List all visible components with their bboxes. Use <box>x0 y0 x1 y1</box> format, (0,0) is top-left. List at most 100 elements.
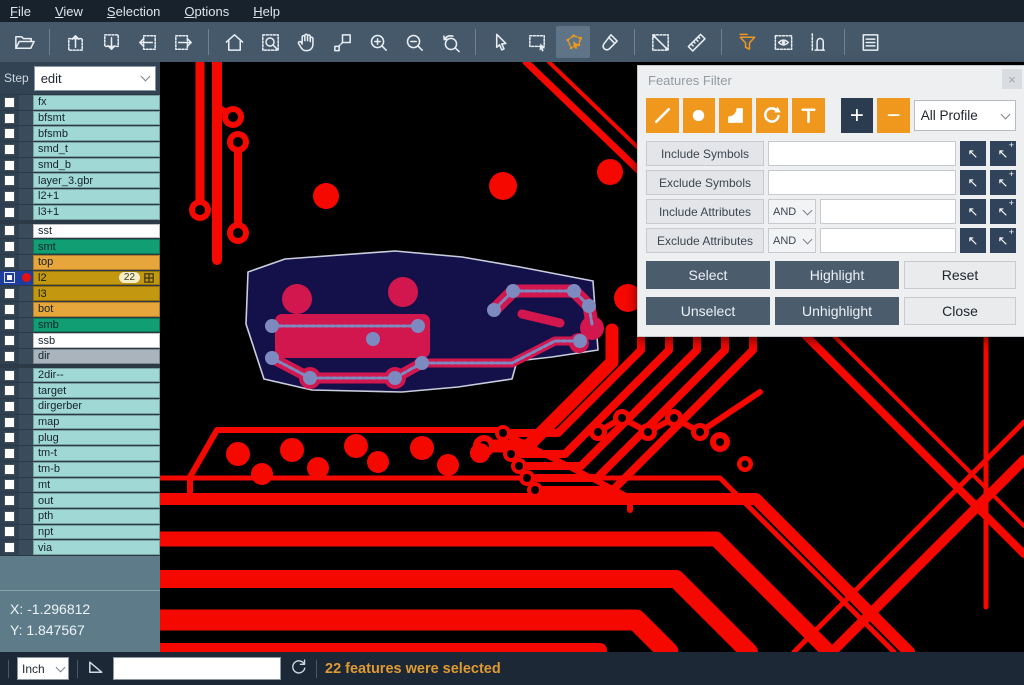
layer-row-smb[interactable]: smb <box>0 318 160 333</box>
unhighlight-button[interactable]: Unhighlight <box>775 297 899 325</box>
send-top-button[interactable] <box>58 26 92 58</box>
layer-name-cell[interactable]: npt <box>33 525 160 540</box>
layer-row-tm-t[interactable]: tm-t <box>0 446 160 461</box>
layer-checkbox[interactable] <box>4 464 15 475</box>
layer-checkbox[interactable] <box>4 225 15 236</box>
layer-name-cell[interactable]: map <box>33 415 160 430</box>
menu-file[interactable]: File <box>10 4 31 19</box>
include-symbols-button[interactable]: Include Symbols <box>646 141 764 166</box>
layer-visibility-cell[interactable] <box>0 415 19 430</box>
send-bottom-button[interactable] <box>94 26 128 58</box>
layer-visibility-cell[interactable] <box>0 173 19 188</box>
layer-name-cell[interactable]: smt <box>33 239 160 254</box>
layer-visibility-cell[interactable] <box>0 95 19 110</box>
layer-visibility-cell[interactable] <box>0 224 19 239</box>
step-select[interactable]: edit <box>34 66 156 91</box>
menu-options[interactable]: Options <box>184 4 229 19</box>
include-attributes-logic-select[interactable]: AND <box>768 199 816 224</box>
layer-active-cell[interactable] <box>19 111 33 126</box>
layer-visibility-cell[interactable] <box>0 509 19 524</box>
exclude-symbols-button[interactable]: Exclude Symbols <box>646 170 764 195</box>
layer-checkbox[interactable] <box>4 191 15 202</box>
layer-name-cell[interactable]: 2dir-- <box>33 368 160 383</box>
menu-selection[interactable]: Selection <box>107 4 160 19</box>
layer-row-dirgerber[interactable]: dirgerber <box>0 399 160 414</box>
layer-row-plug[interactable]: plug <box>0 430 160 445</box>
layer-name-cell[interactable]: layer_3.gbr <box>33 173 160 188</box>
pick-add-attribute-button[interactable]: ↖+ <box>990 228 1016 253</box>
add-filter-button[interactable]: + <box>841 98 874 133</box>
zoom-out-button[interactable] <box>397 26 431 58</box>
exclude-attributes-input[interactable] <box>820 228 956 253</box>
layer-name-cell[interactable]: dir <box>33 349 160 364</box>
unselect-button[interactable]: Unselect <box>646 297 770 325</box>
layer-active-cell[interactable] <box>19 318 33 333</box>
layer-visibility-cell[interactable] <box>0 158 19 173</box>
layer-visibility-cell[interactable] <box>0 462 19 477</box>
layer-active-cell[interactable] <box>19 333 33 348</box>
layer-active-cell[interactable] <box>19 415 33 430</box>
layer-checkbox[interactable] <box>4 335 15 346</box>
polygon-select-button[interactable] <box>556 26 590 58</box>
close-button[interactable]: Close <box>904 297 1016 325</box>
surface-feature-button[interactable] <box>719 98 752 133</box>
layer-name-cell[interactable]: fx <box>33 95 160 110</box>
layer-visibility-cell[interactable] <box>0 368 19 383</box>
layer-checkbox[interactable] <box>4 385 15 396</box>
layer-checkbox[interactable] <box>4 257 15 268</box>
layer-visibility-cell[interactable] <box>0 333 19 348</box>
layer-visibility-cell[interactable] <box>0 446 19 461</box>
layer-active-cell[interactable] <box>19 239 33 254</box>
layer-active-cell[interactable] <box>19 509 33 524</box>
layer-active-cell[interactable] <box>19 349 33 364</box>
layer-row-target[interactable]: target <box>0 383 160 398</box>
layer-name-cell[interactable]: tm-b <box>33 462 160 477</box>
layer-visibility-cell[interactable] <box>0 383 19 398</box>
layer-checkbox[interactable] <box>4 241 15 252</box>
pick-add-symbol-button[interactable]: ↖+ <box>990 141 1016 166</box>
layer-name-cell[interactable]: bot <box>33 302 160 317</box>
layer-row-smd_t[interactable]: smd_t <box>0 142 160 157</box>
layer-row-fx[interactable]: fx <box>0 95 160 110</box>
layer-checkbox[interactable] <box>4 319 15 330</box>
layer-row-bfsmt[interactable]: bfsmt <box>0 111 160 126</box>
send-right-button[interactable] <box>166 26 200 58</box>
selection-region[interactable] <box>246 251 604 392</box>
pick-attribute-button[interactable]: ↖ <box>960 228 986 253</box>
layer-row-mt[interactable]: mt <box>0 478 160 493</box>
layer-checkbox[interactable] <box>4 417 15 428</box>
pick-add-attribute-button[interactable]: ↖+ <box>990 199 1016 224</box>
dialog-title-bar[interactable]: Features Filter × <box>638 66 1024 94</box>
exclude-attributes-button[interactable]: Exclude Attributes <box>646 228 764 253</box>
layer-active-cell[interactable] <box>19 430 33 445</box>
layer-row-dir[interactable]: dir <box>0 349 160 364</box>
layer-active-cell[interactable] <box>19 142 33 157</box>
close-icon[interactable]: × <box>1002 69 1022 89</box>
layer-row-ssb[interactable]: ssb <box>0 333 160 348</box>
layer-active-cell[interactable] <box>19 540 33 555</box>
exclude-attributes-logic-select[interactable]: AND <box>768 228 816 253</box>
layer-visibility-cell[interactable] <box>0 239 19 254</box>
layer-row-tm-b[interactable]: tm-b <box>0 462 160 477</box>
layer-name-cell[interactable]: tm-t <box>33 446 160 461</box>
layer-row-smt[interactable]: smt <box>0 239 160 254</box>
layer-name-cell[interactable]: l3 <box>33 286 160 301</box>
include-attributes-button[interactable]: Include Attributes <box>646 199 764 224</box>
layer-checkbox[interactable] <box>4 495 15 506</box>
layer-visibility-cell[interactable] <box>0 126 19 141</box>
layer-visibility-cell[interactable] <box>0 349 19 364</box>
layer-visibility-cell[interactable] <box>0 189 19 204</box>
text-feature-button[interactable] <box>792 98 825 133</box>
layer-name-cell[interactable]: mt <box>33 478 160 493</box>
select-button[interactable]: Select <box>646 261 770 289</box>
layer-name-cell[interactable]: smd_b <box>33 158 160 173</box>
pick-symbol-button[interactable]: ↖ <box>960 170 986 195</box>
snap-magnet-button[interactable] <box>802 26 836 58</box>
layer-visibility-cell[interactable] <box>0 111 19 126</box>
arc-feature-button[interactable] <box>756 98 789 133</box>
layer-row-2dir--[interactable]: 2dir-- <box>0 368 160 383</box>
include-attributes-input[interactable] <box>820 199 956 224</box>
layer-row-bfsmb[interactable]: bfsmb <box>0 126 160 141</box>
layer-checkbox[interactable] <box>4 479 15 490</box>
layer-active-cell[interactable] <box>19 383 33 398</box>
